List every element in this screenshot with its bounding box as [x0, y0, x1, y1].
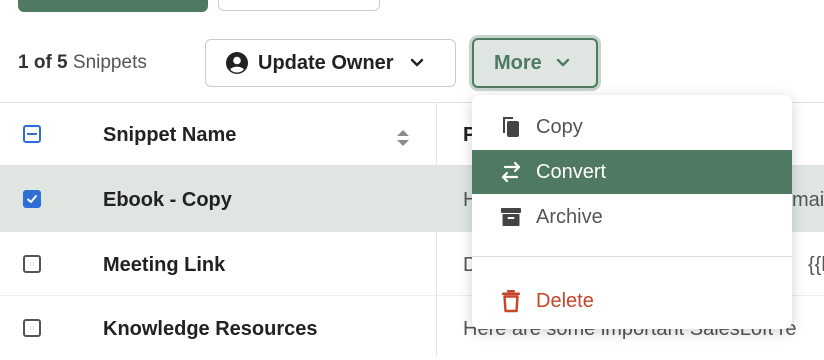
- convert-icon: [501, 161, 521, 183]
- top-primary-button[interactable]: [18, 0, 208, 12]
- check-icon: [27, 195, 37, 203]
- row-checkbox[interactable]: [23, 319, 41, 337]
- more-button[interactable]: More: [472, 38, 598, 88]
- menu-item-copy[interactable]: Copy: [472, 105, 792, 149]
- update-owner-label: Update Owner: [258, 51, 394, 74]
- snippet-name[interactable]: Meeting Link: [103, 254, 225, 277]
- user-circle-icon: [226, 52, 248, 74]
- select-all-checkbox[interactable]: [23, 125, 41, 143]
- selection-count-label: Snippets: [72, 52, 147, 73]
- more-dropdown-menu: Copy Convert Archive Delete: [472, 95, 792, 329]
- snippet-preview-tail: mail: [792, 189, 824, 211]
- row-checkbox[interactable]: [23, 255, 41, 273]
- sort-icon[interactable]: [396, 128, 410, 148]
- menu-item-archive[interactable]: Archive: [472, 195, 792, 239]
- snippet-name[interactable]: Ebook - Copy: [103, 189, 232, 212]
- top-secondary-button[interactable]: [218, 0, 380, 11]
- menu-item-label: Archive: [536, 205, 603, 228]
- column-header-snippet-name[interactable]: Snippet Name: [103, 124, 236, 147]
- menu-item-label: Delete: [536, 289, 594, 312]
- menu-divider: [472, 256, 792, 257]
- snippet-preview-tail: {{l: [808, 254, 824, 276]
- archive-icon: [501, 208, 521, 226]
- chevron-down-icon: [410, 58, 423, 67]
- copy-icon: [503, 117, 519, 137]
- trash-icon: [502, 290, 520, 313]
- menu-item-label: Copy: [536, 115, 583, 138]
- menu-item-label: Convert: [536, 160, 607, 183]
- menu-item-delete[interactable]: Delete: [472, 279, 792, 323]
- update-owner-button[interactable]: Update Owner: [205, 39, 456, 87]
- selection-count-number: 1 of 5: [18, 52, 68, 73]
- more-label: More: [494, 51, 542, 74]
- snippet-name[interactable]: Knowledge Resources: [103, 318, 318, 341]
- column-divider: [436, 102, 437, 356]
- menu-item-convert[interactable]: Convert: [472, 150, 792, 194]
- selection-count: 1 of 5 Snippets: [18, 52, 147, 74]
- chevron-down-icon: [556, 58, 569, 67]
- row-checkbox[interactable]: [23, 190, 41, 208]
